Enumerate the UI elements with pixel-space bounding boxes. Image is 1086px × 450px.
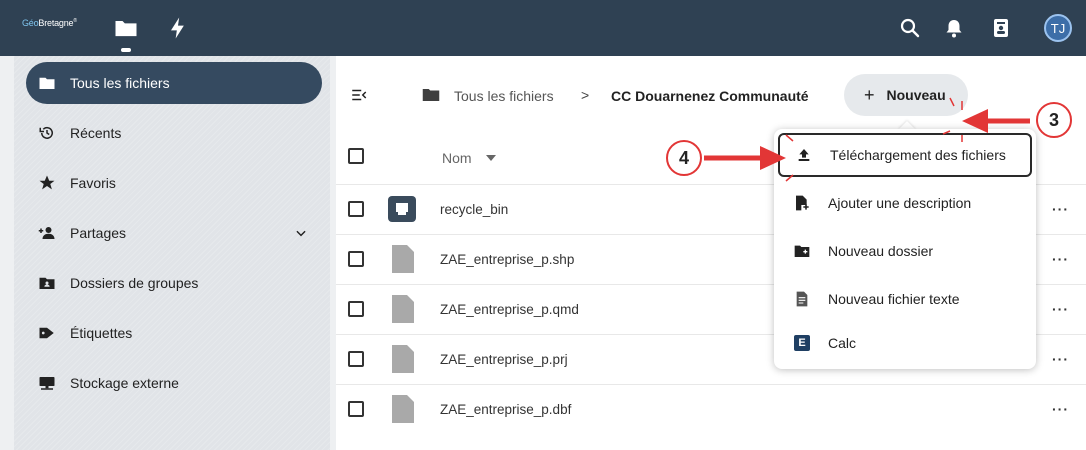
new-folder-icon (794, 245, 810, 257)
chevron-down-icon[interactable] (294, 226, 308, 240)
search-icon[interactable] (898, 16, 922, 40)
column-name-header[interactable]: Nom (442, 150, 472, 166)
star-icon (39, 175, 55, 190)
upload-icon (798, 149, 810, 161)
row-actions-button[interactable]: ··· (1052, 301, 1069, 317)
sidebar-item-label: Favoris (70, 175, 116, 191)
bell-icon[interactable] (942, 16, 966, 40)
menu-item-label: Nouveau dossier (828, 243, 934, 259)
tag-icon (39, 327, 54, 339)
file-name[interactable]: ZAE_entreprise_p.qmd (440, 302, 579, 317)
active-app-indicator (121, 48, 131, 52)
table-row[interactable]: ZAE_entreprise_p.dbf ··· (336, 384, 1086, 450)
external-storage-icon (39, 377, 55, 390)
sidebar-item-label: Tous les fichiers (70, 75, 170, 91)
top-header: GéoBretagne® TJ (0, 0, 1086, 56)
row-actions-button[interactable]: ··· (1052, 351, 1069, 367)
menu-item-label: Téléchargement des fichiers (830, 147, 1006, 163)
file-icon (392, 345, 414, 373)
breadcrumb-root[interactable]: Tous les fichiers (454, 88, 554, 104)
menu-item-new-folder[interactable]: Nouveau dossier (778, 229, 1032, 273)
file-icon (392, 295, 414, 323)
file-icon (392, 395, 414, 423)
file-name[interactable]: recycle_bin (440, 202, 508, 217)
menu-item-upload-files[interactable]: Téléchargement des fichiers (778, 133, 1032, 177)
annotation-step-4: 4 (666, 140, 702, 176)
sidebar-item-shares[interactable]: Partages (26, 212, 322, 254)
annotation-step-3: 3 (1036, 102, 1072, 138)
sidebar-navigation: Tous les fichiers Récents Favoris Partag… (14, 56, 330, 450)
file-name[interactable]: ZAE_entreprise_p.dbf (440, 402, 571, 417)
breadcrumb-folder-icon (422, 89, 440, 101)
share-icon (38, 227, 55, 239)
row-actions-button[interactable]: ··· (1052, 401, 1069, 417)
sort-caret-icon[interactable] (486, 154, 496, 162)
menu-item-calc[interactable]: E Calc (778, 321, 1032, 365)
activity-lightning-icon[interactable] (164, 14, 192, 42)
history-icon (39, 126, 53, 139)
row-actions-button[interactable]: ··· (1052, 251, 1069, 267)
new-button[interactable]: + Nouveau (844, 74, 968, 116)
row-checkbox[interactable] (348, 201, 364, 217)
geobretagne-logo[interactable]: GéoBretagne® (22, 18, 77, 28)
sidebar-item-external-storage[interactable]: Stockage externe (26, 362, 322, 404)
plus-icon: + (864, 84, 875, 105)
sidebar-item-label: Étiquettes (70, 325, 133, 341)
sidebar-item-label: Stockage externe (70, 375, 179, 391)
contacts-icon[interactable] (989, 16, 1013, 40)
file-name[interactable]: ZAE_entreprise_p.prj (440, 352, 568, 367)
breadcrumb-current[interactable]: CC Douarnenez Communauté (611, 88, 809, 104)
file-name[interactable]: ZAE_entreprise_p.shp (440, 252, 574, 267)
row-checkbox[interactable] (348, 251, 364, 267)
toggle-navigation-icon[interactable] (350, 86, 368, 104)
row-actions-button[interactable]: ··· (1052, 201, 1069, 217)
calc-icon: E (794, 335, 810, 351)
sidebar-item-label: Dossiers de groupes (70, 275, 199, 291)
sidebar-item-label: Partages (70, 225, 127, 241)
file-icon (392, 245, 414, 273)
menu-item-new-text-file[interactable]: Nouveau fichier texte (778, 277, 1032, 321)
select-all-checkbox[interactable] (348, 148, 364, 164)
sidebar-item-favorites[interactable]: Favoris (26, 162, 322, 204)
menu-item-label: Ajouter une description (828, 195, 972, 211)
breadcrumb-separator: > (581, 87, 590, 103)
user-avatar[interactable]: TJ (1044, 14, 1072, 42)
row-checkbox[interactable] (348, 301, 364, 317)
sidebar-item-recent[interactable]: Récents (26, 112, 322, 154)
folder-icon (388, 196, 416, 222)
files-app-folder-icon[interactable] (112, 14, 140, 42)
sidebar-item-group-folders[interactable]: Dossiers de groupes (26, 262, 322, 304)
new-button-label: Nouveau (886, 87, 946, 103)
menu-item-label: Nouveau fichier texte (828, 291, 960, 307)
add-description-icon (796, 195, 809, 211)
folder-icon (39, 77, 55, 89)
sidebar-item-tags[interactable]: Étiquettes (26, 312, 322, 354)
text-file-icon (796, 291, 808, 307)
new-menu-dropdown: Téléchargement des fichiers Ajouter une … (774, 129, 1036, 369)
group-folder-icon (39, 277, 55, 289)
sidebar-item-label: Récents (70, 125, 122, 141)
menu-item-add-description[interactable]: Ajouter une description (778, 181, 1032, 225)
menu-item-label: Calc (828, 335, 857, 351)
row-checkbox[interactable] (348, 401, 364, 417)
row-checkbox[interactable] (348, 351, 364, 367)
sidebar-item-all-files[interactable]: Tous les fichiers (26, 62, 322, 104)
